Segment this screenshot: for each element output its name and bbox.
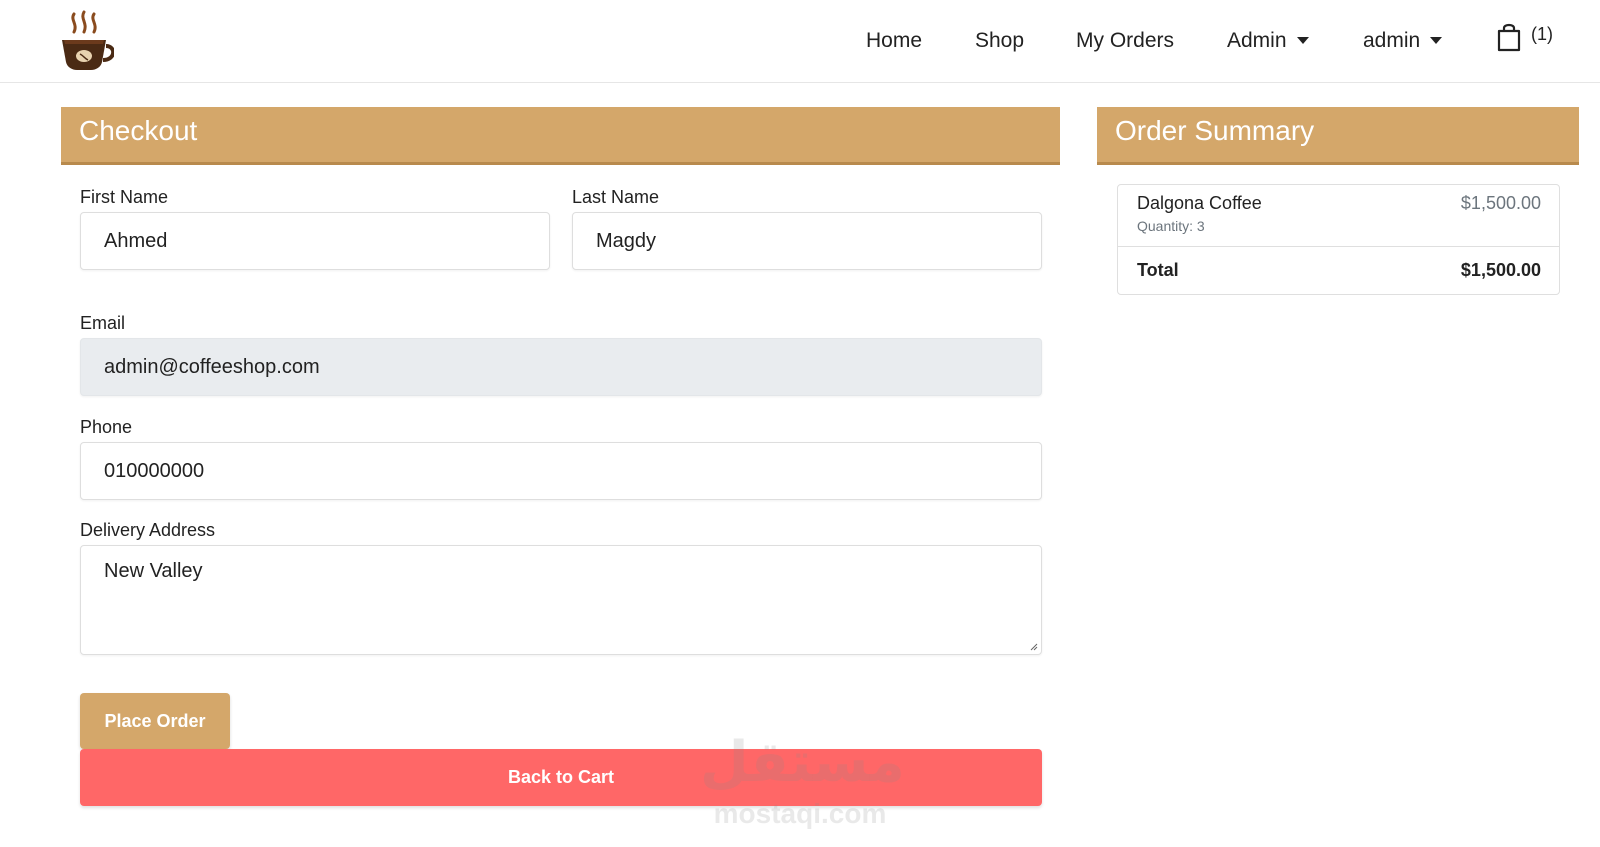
cart-count-badge: (1): [1531, 24, 1553, 44]
email-label: Email: [80, 313, 126, 333]
caret-down-icon: [1430, 36, 1443, 44]
checkout-title: Checkout: [79, 115, 198, 146]
nav-shop-link[interactable]: Shop: [975, 24, 1024, 58]
nav-my-orders-link[interactable]: My Orders: [1076, 24, 1174, 58]
nav-user-dropdown[interactable]: admin: [1363, 24, 1443, 58]
delivery-address-value: New Valley: [104, 560, 203, 582]
cart-link[interactable]: (1): [1496, 22, 1556, 56]
divider: [1118, 246, 1559, 247]
first-name-input[interactable]: Ahmed: [80, 212, 550, 270]
delivery-address-textarea[interactable]: New Valley: [80, 545, 1042, 655]
order-summary-header: Order Summary: [1097, 107, 1579, 165]
nav-user-label: admin: [1363, 29, 1421, 52]
watermark-latin: mostaqi.com: [713, 798, 887, 829]
watermark-arabic: مستقل: [700, 730, 905, 795]
watermark-logo: مستقل mostaqi.com: [700, 730, 905, 830]
last-name-label: Last Name: [572, 187, 660, 207]
coffee-cup-logo-icon[interactable]: [58, 10, 116, 72]
item-price: $1,500.00: [1460, 193, 1541, 213]
email-input: admin@coffeeshop.com: [80, 338, 1042, 396]
shopping-bag-icon: [1497, 23, 1521, 52]
last-name-input[interactable]: Magdy: [572, 212, 1042, 270]
checkout-header: Checkout: [61, 107, 1060, 165]
nav-admin-dropdown[interactable]: Admin: [1227, 24, 1309, 58]
first-name-label: First Name: [80, 187, 169, 207]
phone-input[interactable]: 010000000: [80, 442, 1042, 500]
order-summary-title: Order Summary: [1115, 115, 1315, 146]
delivery-address-label: Delivery Address: [80, 520, 216, 540]
navbar: Home Shop My Orders Admin admin (1): [0, 0, 1600, 83]
caret-down-icon: [1296, 36, 1309, 44]
total-label: Total: [1137, 260, 1179, 280]
place-order-button[interactable]: Place Order: [80, 693, 230, 749]
order-summary-list: Dalgona Coffee Quantity: 3 $1,500.00 Tot…: [1117, 184, 1560, 295]
phone-label: Phone: [80, 417, 133, 437]
item-name: Dalgona Coffee: [1137, 193, 1262, 213]
nav-home-link[interactable]: Home: [866, 24, 922, 58]
total-value: $1,500.00: [1460, 260, 1541, 280]
resize-grip-icon[interactable]: [1028, 641, 1038, 651]
nav-admin-label: Admin: [1227, 29, 1287, 52]
item-quantity: Quantity: 3: [1137, 218, 1205, 234]
